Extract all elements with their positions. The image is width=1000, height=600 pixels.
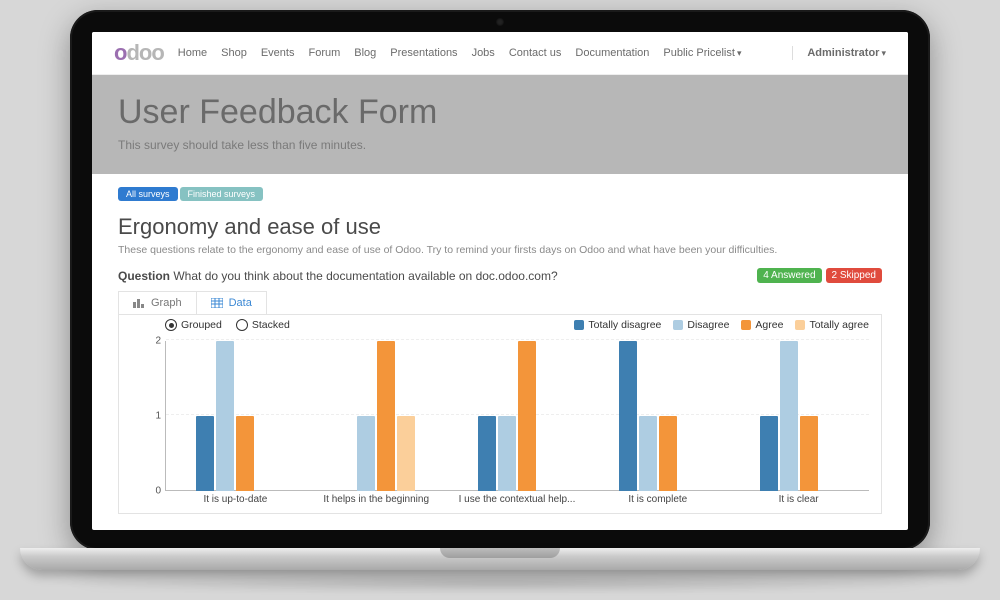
chart-grouping-toggles: Grouped Stacked: [165, 319, 290, 331]
legend-label: Totally agree: [809, 319, 869, 331]
nav-separator: [792, 46, 793, 60]
nav-home[interactable]: Home: [178, 47, 207, 59]
nav-pricelist[interactable]: Public Pricelist▾: [663, 47, 741, 59]
bar: [478, 416, 496, 491]
badge-answered: 4 Answered: [757, 268, 821, 283]
tab-graph-label: Graph: [151, 297, 182, 309]
legend-totally-agree: Totally agree: [795, 319, 869, 331]
bar: [498, 416, 516, 491]
bar-group: [728, 341, 869, 491]
legend-swatch: [795, 320, 805, 330]
tab-data-label: Data: [229, 297, 252, 309]
x-label: It is complete: [587, 491, 728, 509]
question-body: What do you think about the documentatio…: [173, 269, 557, 283]
nav-events[interactable]: Events: [261, 47, 295, 59]
bar-chart-icon: [133, 298, 145, 308]
x-label: It is up-to-date: [165, 491, 306, 509]
bar: [196, 416, 214, 491]
x-label: It helps in the beginning: [306, 491, 447, 509]
legend-label: Agree: [755, 319, 783, 331]
radio-icon: [165, 319, 177, 331]
bar: [377, 341, 395, 491]
chart-frame: Grouped Stacked Totally disagree Disagre…: [118, 314, 882, 514]
bar: [397, 416, 415, 491]
y-tick: 1: [155, 411, 161, 422]
section-desc: These questions relate to the ergonomy a…: [118, 244, 882, 256]
tab-graph[interactable]: Graph: [119, 292, 197, 314]
legend-disagree: Disagree: [673, 319, 729, 331]
y-axis: 012: [137, 341, 163, 491]
bar: [780, 341, 798, 491]
bar: [639, 416, 657, 491]
bar: [800, 416, 818, 491]
y-tick: 2: [155, 336, 161, 347]
y-tick: 0: [155, 486, 161, 497]
nav-links: Home Shop Events Forum Blog Presentation…: [178, 47, 779, 59]
bar-group: [165, 341, 306, 491]
nav-presentations[interactable]: Presentations: [390, 47, 457, 59]
legend-label: Disagree: [687, 319, 729, 331]
radio-grouped[interactable]: Grouped: [165, 319, 222, 331]
radio-grouped-label: Grouped: [181, 319, 222, 331]
bar-group: [587, 341, 728, 491]
bar: [357, 416, 375, 491]
bar-group: [306, 341, 447, 491]
pill-all-surveys[interactable]: All surveys: [118, 187, 178, 201]
chart-legend: Totally disagree Disagree Agree Totally …: [574, 319, 869, 331]
radio-icon: [236, 319, 248, 331]
legend-swatch: [741, 320, 751, 330]
bar: [518, 341, 536, 491]
screen: odoo Home Shop Events Forum Blog Present…: [92, 32, 908, 530]
brand-logo[interactable]: odoo: [114, 40, 164, 66]
top-nav: odoo Home Shop Events Forum Blog Present…: [92, 32, 908, 75]
radio-stacked[interactable]: Stacked: [236, 319, 290, 331]
radio-stacked-label: Stacked: [252, 319, 290, 331]
camera-dot: [496, 18, 504, 26]
bar-group: [447, 341, 588, 491]
pill-finished-surveys[interactable]: Finished surveys: [180, 187, 264, 201]
chevron-down-icon: ▾: [881, 48, 886, 58]
laptop-base: [20, 548, 980, 570]
legend-swatch: [574, 320, 584, 330]
legend-agree: Agree: [741, 319, 783, 331]
nav-pricelist-label: Public Pricelist: [663, 47, 735, 59]
question-text: Question What do you think about the doc…: [118, 269, 558, 283]
legend-totally-disagree: Totally disagree: [574, 319, 661, 331]
bar: [760, 416, 778, 491]
nav-blog[interactable]: Blog: [354, 47, 376, 59]
legend-label: Totally disagree: [588, 319, 661, 331]
page-title: User Feedback Form: [118, 93, 882, 132]
page-subtitle: This survey should take less than five m…: [118, 138, 882, 152]
table-icon: [211, 298, 223, 308]
laptop-frame: odoo Home Shop Events Forum Blog Present…: [70, 10, 930, 550]
nav-contact[interactable]: Contact us: [509, 47, 562, 59]
chart-tabs: Graph Data: [118, 291, 267, 314]
nav-jobs[interactable]: Jobs: [472, 47, 495, 59]
x-axis-labels: It is up-to-dateIt helps in the beginnin…: [165, 491, 869, 509]
question-label: Question: [118, 269, 170, 283]
nav-forum[interactable]: Forum: [308, 47, 340, 59]
bar: [619, 341, 637, 491]
x-label: I use the contextual help...: [447, 491, 588, 509]
legend-swatch: [673, 320, 683, 330]
chart-plot: 012 It is up-to-dateIt helps in the begi…: [165, 341, 869, 509]
badge-skipped: 2 Skipped: [826, 268, 882, 283]
x-label: It is clear: [728, 491, 869, 509]
chart-bars: [165, 341, 869, 491]
bar: [236, 416, 254, 491]
nav-shop[interactable]: Shop: [221, 47, 247, 59]
nav-documentation[interactable]: Documentation: [575, 47, 649, 59]
nav-user[interactable]: Administrator▾: [807, 47, 886, 59]
hero: User Feedback Form This survey should ta…: [92, 75, 908, 174]
bar: [216, 341, 234, 491]
chevron-down-icon: ▾: [737, 48, 742, 58]
nav-user-label: Administrator: [807, 47, 879, 59]
bar: [659, 416, 677, 491]
question-row: Question What do you think about the doc…: [118, 268, 882, 283]
section-title: Ergonomy and ease of use: [118, 214, 882, 240]
tab-data[interactable]: Data: [197, 292, 266, 314]
